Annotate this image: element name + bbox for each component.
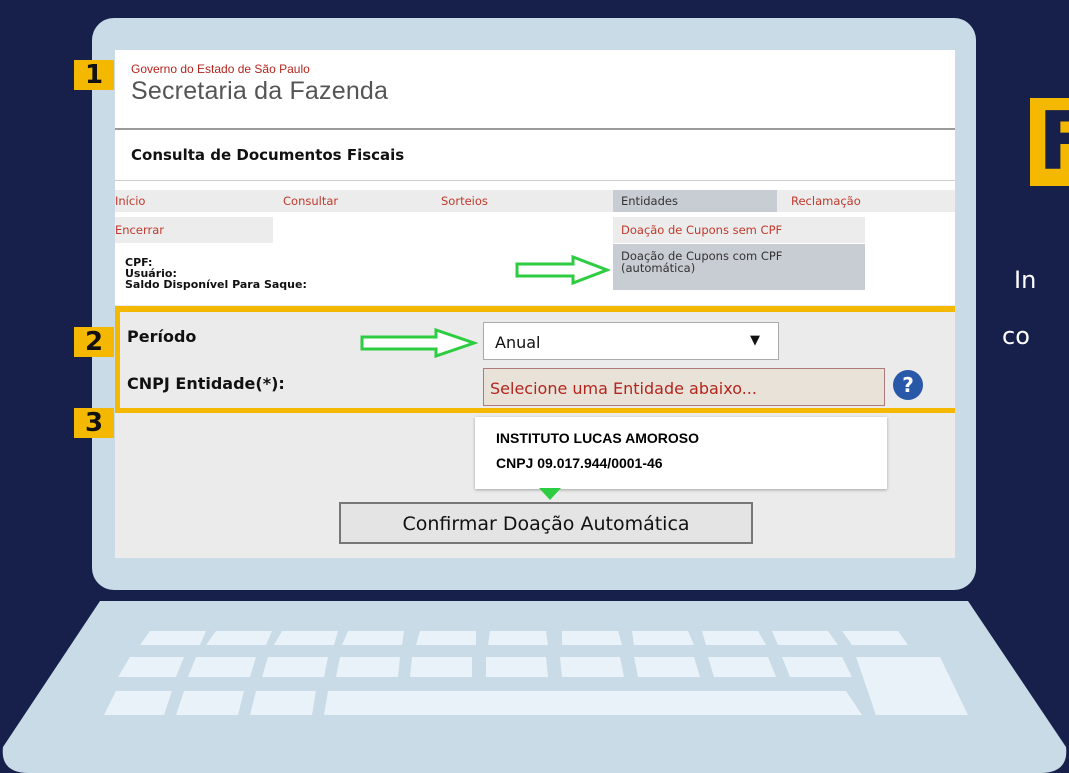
- highlight-bar-top: [115, 306, 955, 312]
- entity-cnpj: CNPJ 09.017.944/0001-46: [496, 455, 663, 471]
- header-divider: [115, 128, 955, 130]
- dropdown-arrow-icon: ▼: [750, 333, 760, 348]
- menu-item-sorteios[interactable]: Sorteios: [441, 194, 488, 208]
- laptop-screen: Governo do Estado de São Paulo Secretari…: [115, 50, 955, 558]
- balance-label: Saldo Disponível Para Saque:: [125, 278, 307, 291]
- highlight-bar-bottom: [115, 408, 955, 413]
- menu-item-label: Encerrar: [115, 223, 164, 237]
- government-name: Governo do Estado de São Paulo: [131, 62, 310, 76]
- side-text-line2: co: [1002, 322, 1030, 350]
- arrow-down-icon: [539, 488, 561, 500]
- menu-item-label: Entidades: [621, 194, 678, 208]
- step-badge-2: 2: [74, 327, 114, 357]
- secretariat-name: Secretaria da Fazenda: [131, 77, 389, 105]
- period-value: Anual: [495, 333, 541, 352]
- entity-placeholder: Selecione uma Entidade abaixo...: [490, 379, 757, 398]
- heading-block: F: [1030, 98, 1069, 186]
- entity-select[interactable]: Selecione uma Entidade abaixo...: [483, 368, 885, 406]
- submenu-label: Doação de Cupons com CPF (automática): [621, 249, 783, 275]
- step-badge-3: 3: [74, 408, 114, 438]
- laptop-keyboard: [2, 601, 1067, 773]
- entity-label: CNPJ Entidade(*):: [127, 374, 285, 393]
- menu-item-inicio[interactable]: Início: [115, 194, 145, 208]
- period-label: Período: [127, 327, 197, 346]
- submenu-item-sem-cpf[interactable]: Doação de Cupons sem CPF: [613, 217, 865, 243]
- arrow-right-icon: [360, 328, 478, 358]
- period-select[interactable]: Anual ▼: [483, 322, 779, 360]
- entity-callout: INSTITUTO LUCAS AMOROSO CNPJ 09.017.944/…: [475, 417, 887, 489]
- title-divider: [115, 180, 955, 181]
- entity-name: INSTITUTO LUCAS AMOROSO: [496, 430, 699, 446]
- menu-item-reclamacao[interactable]: Reclamação: [791, 194, 861, 208]
- menu-item-consultar[interactable]: Consultar: [283, 194, 338, 208]
- menu-item-encerrar[interactable]: Encerrar: [115, 217, 273, 243]
- confirm-donation-button[interactable]: Confirmar Doação Automática: [339, 502, 753, 544]
- step-badge-1: 1: [74, 60, 114, 90]
- side-text-line1: In: [1014, 266, 1037, 294]
- submenu-label: Doação de Cupons sem CPF: [621, 223, 783, 237]
- menu-item-entidades[interactable]: Entidades: [613, 190, 777, 212]
- help-icon[interactable]: ?: [893, 370, 923, 400]
- arrow-right-icon: [515, 255, 610, 285]
- highlight-bar-left: [115, 312, 120, 413]
- user-info: CPF: Usuário: Saldo Disponível Para Saqu…: [125, 257, 307, 290]
- confirm-label: Confirmar Doação Automática: [402, 513, 690, 535]
- submenu-item-com-cpf[interactable]: Doação de Cupons com CPF (automática): [613, 244, 865, 290]
- heading-letter: F: [1038, 98, 1069, 186]
- page-title: Consulta de Documentos Fiscais: [131, 146, 405, 164]
